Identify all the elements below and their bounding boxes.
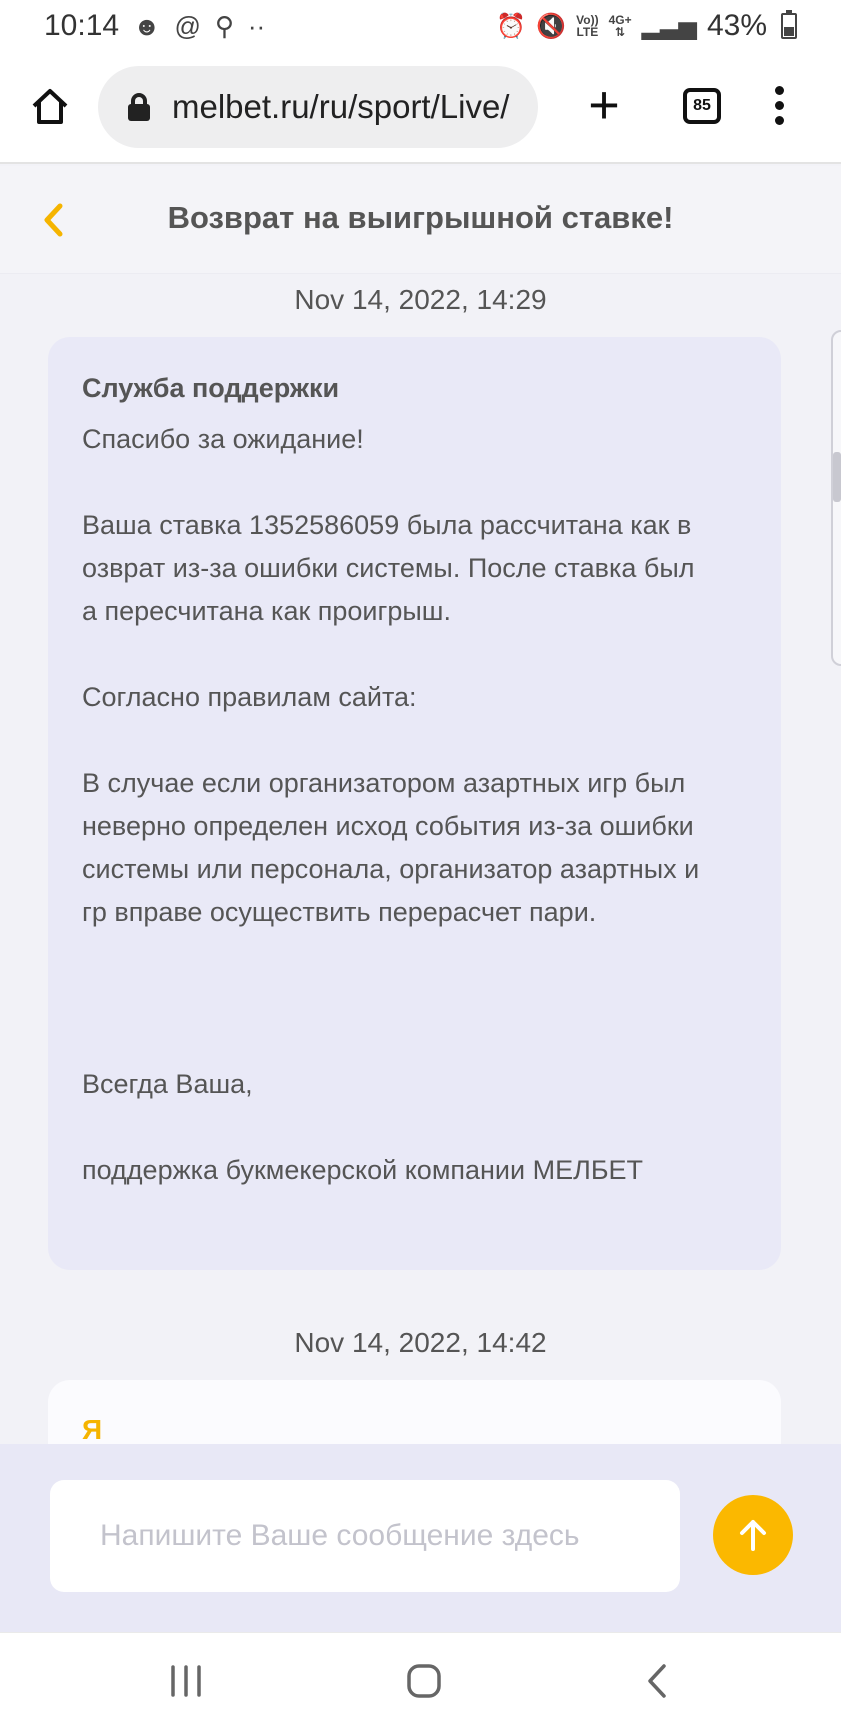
message-line (82, 633, 747, 676)
message-sender: Служба поддержки (82, 373, 340, 403)
tab-count: 85 (693, 97, 711, 114)
message-sender: Я (82, 1414, 103, 1444)
message-composer (0, 1444, 841, 1632)
battery-icon (781, 10, 797, 39)
message-line: В случае если организатором азартных игр… (82, 768, 686, 798)
home-icon[interactable] (30, 86, 70, 126)
lock-icon (128, 93, 150, 121)
message-line (82, 1020, 747, 1063)
more-menu-icon[interactable] (772, 86, 786, 126)
send-button[interactable] (713, 1495, 793, 1575)
page-title: Возврат на выигрышной ставке! (167, 200, 674, 235)
tab-switcher-button[interactable]: 85 (683, 88, 721, 124)
message-line: Ваша ставка 1352586059 была рассчитана к… (82, 510, 692, 540)
message-line: системы или персонала, организатор азарт… (82, 854, 700, 884)
scrollbar-thumb[interactable] (833, 452, 841, 502)
message-timestamp: Nov 14, 2022, 14:42 (294, 1327, 547, 1358)
message-line (82, 719, 747, 762)
message-line: гр вправе осуществить перерасчет пари. (82, 897, 597, 927)
browser-toolbar: melbet.ru/ru/sport/Live/ + 85 (0, 52, 841, 164)
alarm-icon: ⏰ (496, 12, 527, 40)
user-message-bubble: Я (48, 1380, 781, 1444)
battery-percent: 43% (706, 9, 767, 42)
key-icon: ⚲ (214, 10, 234, 41)
back-nav-icon[interactable] (644, 1661, 670, 1701)
message-line (82, 934, 747, 977)
message-line (82, 461, 747, 504)
mute-icon: 🔇 (536, 12, 567, 40)
dots-icon: ·· (247, 10, 266, 41)
status-bar: 10:14 ☻ @ ⚲ ·· ⏰ 🔇 Vo)) LTE 4G+ ⇅ ▂▃▅ 43% (0, 0, 841, 52)
message-line: Согласно правилам сайта: (82, 682, 417, 712)
message-line (82, 1106, 747, 1149)
message-line: озврат из-за ошибки системы. После ставк… (82, 553, 695, 583)
face-icon: ☻ (133, 10, 161, 41)
message-timestamp: Nov 14, 2022, 14:29 (294, 284, 547, 315)
message-line: поддержка букмекерской компании МЕЛБЕТ (82, 1155, 644, 1185)
message-body: Спасибо за ожидание! Ваша ставка 1352586… (82, 418, 747, 1192)
url-text: melbet.ru/ru/sport/Live/ (172, 88, 510, 125)
at-icon: @ (174, 10, 201, 41)
message-input[interactable] (50, 1480, 680, 1592)
message-line: Всегда Ваша, (82, 1069, 253, 1099)
volte-indicator: Vo)) LTE (576, 13, 599, 39)
new-tab-button[interactable]: + (584, 78, 624, 134)
address-bar[interactable]: melbet.ru/ru/sport/Live/ (98, 66, 538, 148)
message-line: Спасибо за ожидание! (82, 424, 364, 454)
home-nav-icon[interactable] (404, 1661, 444, 1701)
signal-icon: ▂▃▅ (641, 12, 697, 40)
chat-header: Возврат на выигрышной ставке! (0, 166, 841, 274)
message-line (82, 977, 747, 1020)
message-line: неверно определен исход события из-за ош… (82, 811, 694, 841)
support-message-bubble: Служба поддержки Спасибо за ожидание! Ва… (48, 337, 781, 1270)
chat-thread[interactable]: Nov 14, 2022, 14:29 Служба поддержки Спа… (0, 274, 841, 1444)
system-nav-bar (0, 1632, 841, 1728)
recent-apps-icon[interactable] (168, 1663, 204, 1699)
arrow-up-icon (740, 1520, 766, 1551)
message-line: а пересчитана как проигрыш. (82, 596, 451, 626)
status-time: 10:14 (44, 9, 120, 42)
network-indicator: 4G+ ⇅ (608, 13, 632, 39)
